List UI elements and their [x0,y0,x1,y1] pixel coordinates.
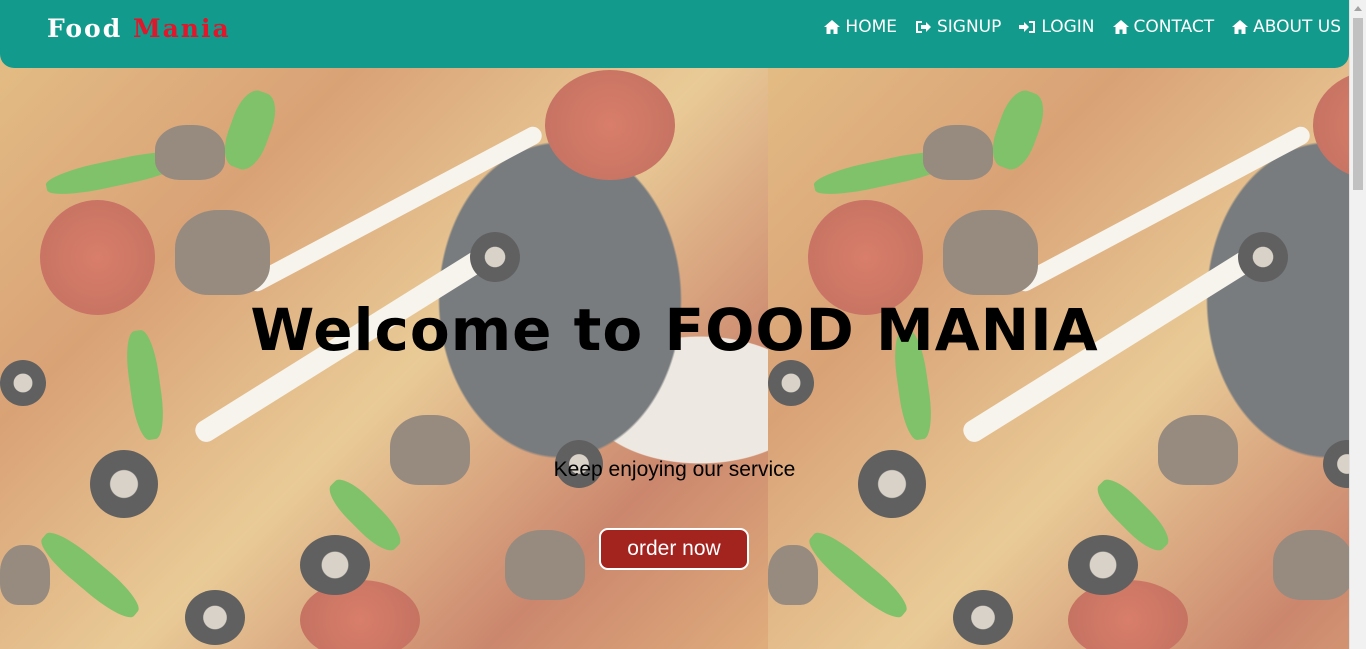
scroll-up-arrow-icon[interactable] [1354,6,1362,11]
order-now-button[interactable]: order now [599,528,749,570]
home-icon [824,20,841,34]
brand-logo[interactable]: Food Mania [47,14,231,43]
nav-item-signup[interactable]: SIGNUP [915,17,1001,37]
nav-item-contact[interactable]: CONTACT [1112,17,1215,37]
nav-item-about-us[interactable]: ABOUT US [1232,17,1341,37]
hero-title: Welcome to FOOD MANIA [250,296,1099,364]
nav-item-label: ABOUT US [1253,17,1341,37]
nav-item-home[interactable]: HOME [824,17,897,37]
brand-name-second: Mania [132,14,231,43]
home-icon [1232,20,1249,34]
nav-item-label: SIGNUP [936,17,1002,37]
hero-subtitle: Keep enjoying our service [553,458,796,481]
scrollbar-thumb[interactable] [1353,18,1363,190]
nav-item-label: CONTACT [1133,17,1215,37]
brand-name-first: Food [47,14,123,43]
vertical-scrollbar[interactable] [1349,0,1366,649]
nav-item-login[interactable]: LOGIN [1019,17,1095,37]
sign-in-icon [1019,20,1036,34]
nav-menu: HOME SIGNUP LOGIN CONTACT ABOUT US [824,17,1341,37]
sign-out-icon [915,20,932,34]
page: Food Mania HOME SIGNUP LOGIN CONTACT ABO… [0,0,1366,649]
navbar: Food Mania HOME SIGNUP LOGIN CONTACT ABO… [0,0,1349,68]
nav-item-label: LOGIN [1041,17,1095,37]
nav-item-label: HOME [845,17,897,37]
home-icon [1112,20,1129,34]
